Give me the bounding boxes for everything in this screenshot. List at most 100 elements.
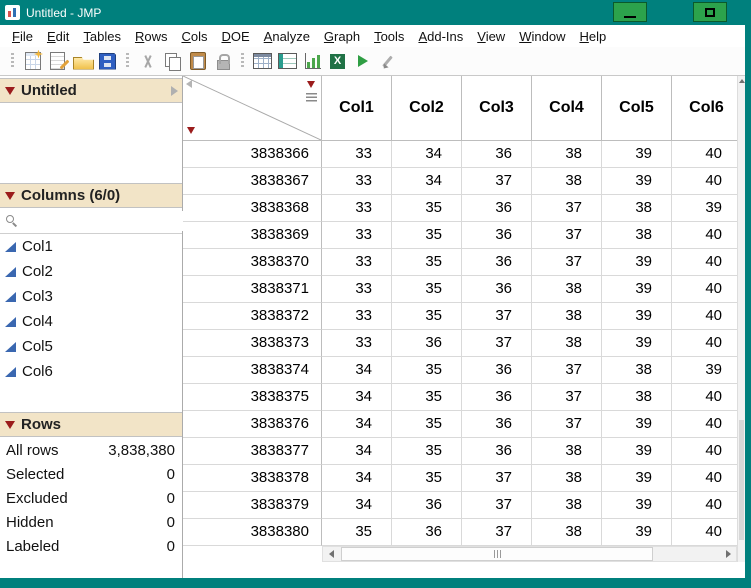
row-number[interactable]: 3838368 [183, 195, 322, 222]
menu-tables[interactable]: Tables [76, 26, 128, 47]
data-cell[interactable]: 33 [322, 195, 392, 222]
data-cell[interactable]: 39 [602, 411, 672, 438]
data-cell[interactable]: 39 [602, 249, 672, 276]
data-cell[interactable]: 39 [602, 465, 672, 492]
red-triangle-icon[interactable] [5, 421, 15, 429]
data-cell[interactable]: 36 [392, 330, 462, 357]
data-cell[interactable]: 35 [392, 384, 462, 411]
data-cell[interactable]: 39 [672, 195, 737, 222]
excel-import-icon[interactable] [326, 50, 349, 73]
data-cell[interactable]: 35 [392, 222, 462, 249]
row-number[interactable]: 3838378 [183, 465, 322, 492]
data-cell[interactable]: 35 [392, 249, 462, 276]
menu-edit[interactable]: Edit [40, 26, 76, 47]
data-cell[interactable]: 39 [602, 519, 672, 546]
data-cell[interactable]: 40 [672, 141, 737, 168]
maximize-button[interactable] [693, 2, 727, 22]
data-cell[interactable]: 36 [462, 195, 532, 222]
data-cell[interactable]: 36 [462, 357, 532, 384]
data-cell[interactable]: 33 [322, 249, 392, 276]
data-cell[interactable]: 34 [322, 411, 392, 438]
dock-arrow-icon[interactable] [171, 86, 178, 96]
row-number[interactable]: 3838376 [183, 411, 322, 438]
data-cell[interactable]: 39 [602, 303, 672, 330]
menu-doe[interactable]: DOE [214, 26, 256, 47]
collapse-arrow-icon[interactable] [186, 80, 192, 88]
data-cell[interactable]: 39 [602, 438, 672, 465]
data-cell[interactable]: 37 [532, 249, 602, 276]
columns-panel-header[interactable]: Columns (6/0) [0, 183, 182, 208]
columns-menu-red-triangle-icon[interactable] [307, 81, 315, 88]
horizontal-scroll-thumb[interactable] [341, 547, 653, 561]
data-cell[interactable]: 39 [602, 492, 672, 519]
data-cell[interactable]: 35 [392, 438, 462, 465]
menu-window[interactable]: Window [512, 26, 572, 47]
data-cell[interactable]: 38 [602, 357, 672, 384]
data-cell[interactable]: 36 [392, 492, 462, 519]
row-number[interactable]: 3838377 [183, 438, 322, 465]
data-cell[interactable]: 40 [672, 249, 737, 276]
copy-icon[interactable] [161, 50, 184, 73]
data-cell[interactable]: 33 [322, 330, 392, 357]
data-cell[interactable]: 36 [462, 411, 532, 438]
rows-menu-red-triangle-icon[interactable] [187, 127, 195, 134]
data-cell[interactable]: 38 [532, 303, 602, 330]
data-cell[interactable]: 34 [322, 384, 392, 411]
new-data-table-icon[interactable] [21, 50, 44, 73]
row-number[interactable]: 3838369 [183, 222, 322, 249]
data-cell[interactable]: 34 [322, 357, 392, 384]
table-view-icon[interactable] [251, 50, 274, 73]
data-cell[interactable]: 37 [532, 195, 602, 222]
data-cell[interactable]: 33 [322, 303, 392, 330]
column-item-col6[interactable]: Col6 [0, 359, 182, 384]
data-cell[interactable]: 37 [462, 465, 532, 492]
data-cell[interactable]: 37 [462, 330, 532, 357]
journal-view-icon[interactable] [276, 50, 299, 73]
data-cell[interactable]: 36 [462, 438, 532, 465]
data-cell[interactable]: 37 [532, 357, 602, 384]
data-cell[interactable]: 36 [392, 519, 462, 546]
run-script-icon[interactable] [351, 50, 374, 73]
data-cell[interactable]: 39 [672, 357, 737, 384]
data-cell[interactable]: 35 [392, 465, 462, 492]
data-cell[interactable]: 34 [392, 168, 462, 195]
data-cell[interactable]: 35 [392, 411, 462, 438]
grid-corner-cell[interactable] [183, 76, 322, 141]
horizontal-scroll-track[interactable] [339, 547, 720, 561]
data-cell[interactable]: 39 [602, 168, 672, 195]
row-number[interactable]: 3838366 [183, 141, 322, 168]
row-number[interactable]: 3838367 [183, 168, 322, 195]
column-header-col1[interactable]: Col1 [322, 76, 392, 141]
annotate-icon[interactable] [376, 50, 399, 73]
data-cell[interactable]: 38 [602, 222, 672, 249]
save-icon[interactable] [96, 50, 119, 73]
data-cell[interactable]: 40 [672, 303, 737, 330]
data-cell[interactable]: 39 [602, 276, 672, 303]
graph-builder-icon[interactable] [301, 50, 324, 73]
open-icon[interactable] [71, 50, 94, 73]
data-cell[interactable]: 37 [532, 222, 602, 249]
menu-tools[interactable]: Tools [367, 26, 411, 47]
data-cell[interactable]: 35 [392, 276, 462, 303]
rows-panel-header[interactable]: Rows [0, 412, 182, 437]
data-cell[interactable]: 40 [672, 492, 737, 519]
data-cell[interactable]: 33 [322, 222, 392, 249]
data-cell[interactable]: 36 [462, 141, 532, 168]
data-cell[interactable]: 34 [322, 492, 392, 519]
scroll-left-button[interactable] [323, 547, 339, 561]
data-cell[interactable]: 35 [322, 519, 392, 546]
new-journal-icon[interactable] [46, 50, 69, 73]
row-number[interactable]: 3838375 [183, 384, 322, 411]
row-number[interactable]: 3838380 [183, 519, 322, 546]
columns-search-input[interactable] [22, 211, 198, 231]
data-cell[interactable]: 34 [322, 465, 392, 492]
horizontal-scrollbar[interactable] [322, 546, 737, 562]
data-cell[interactable]: 35 [392, 357, 462, 384]
data-cell[interactable]: 33 [322, 168, 392, 195]
table-panel-header[interactable]: Untitled [0, 78, 182, 103]
data-cell[interactable]: 33 [322, 276, 392, 303]
red-triangle-icon[interactable] [5, 192, 15, 200]
data-cell[interactable]: 36 [462, 249, 532, 276]
data-cell[interactable]: 38 [532, 141, 602, 168]
menu-help[interactable]: Help [572, 26, 613, 47]
